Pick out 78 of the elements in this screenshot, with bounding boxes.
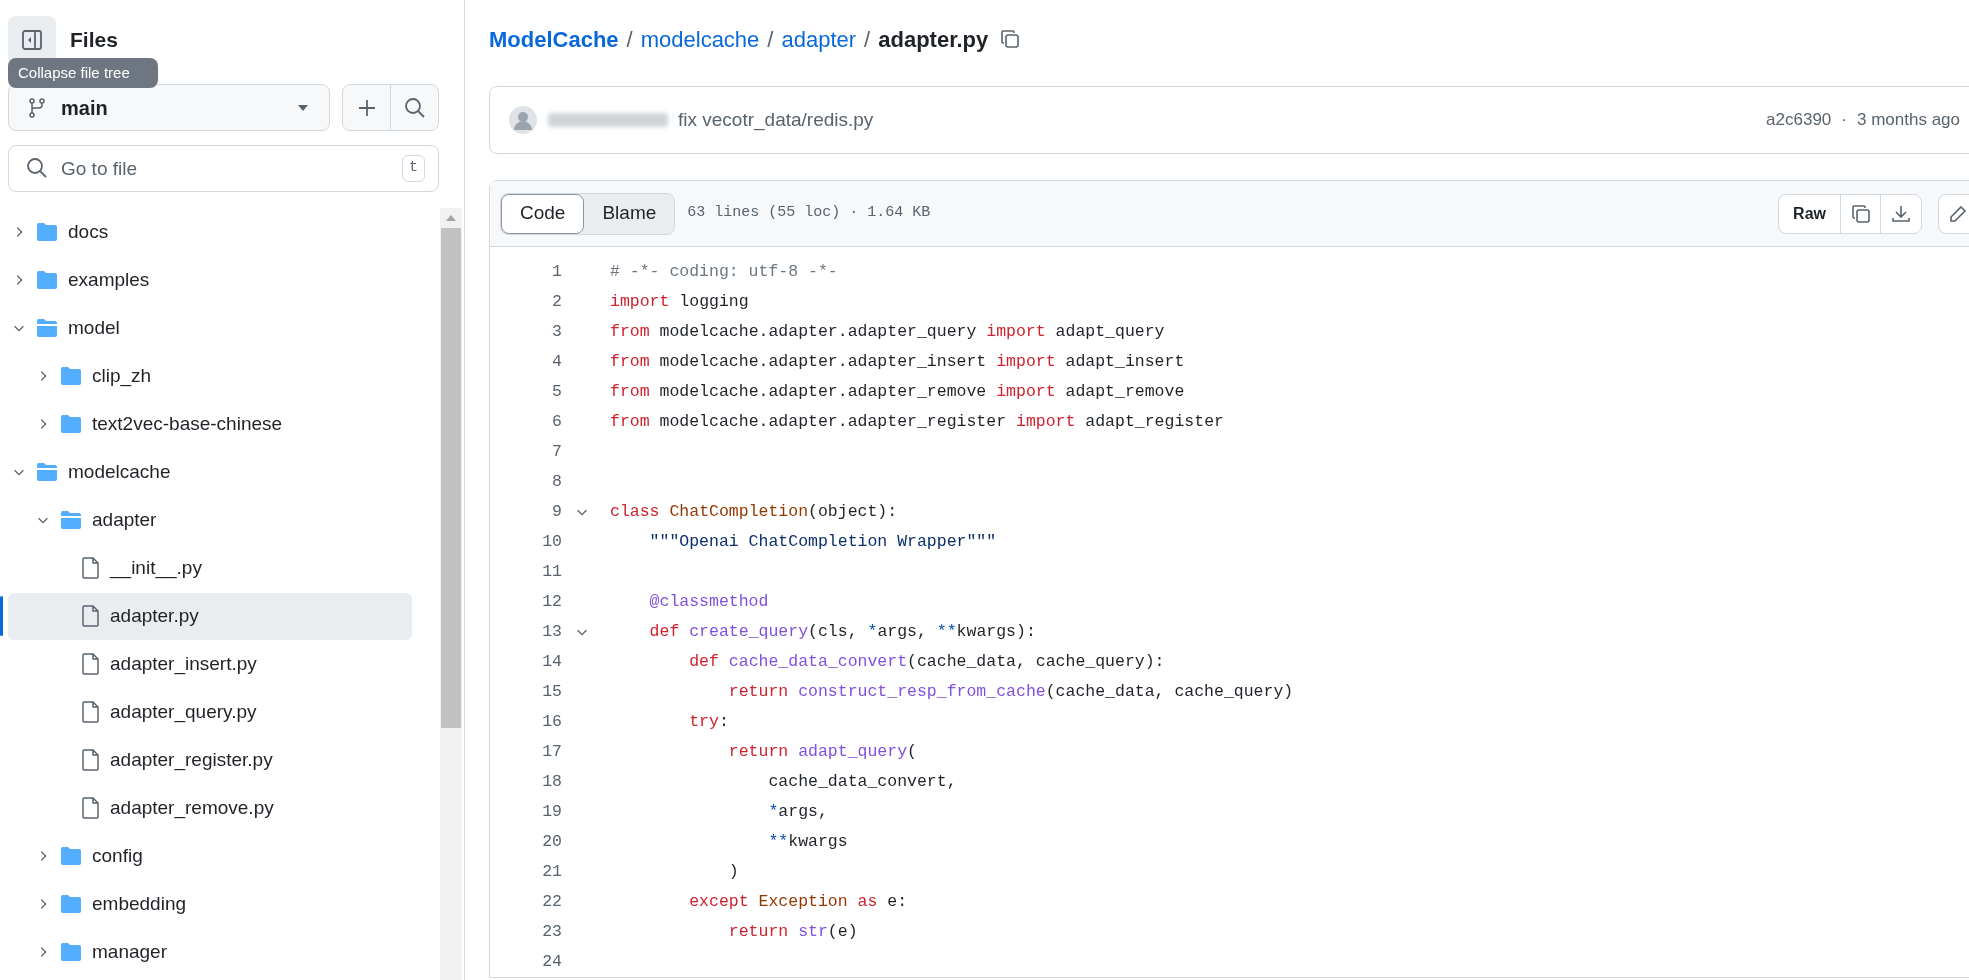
code-line: class ChatCompletion(object):: [610, 500, 898, 523]
view-tab[interactable]: Blame: [584, 193, 675, 234]
code-line: cache_data_convert,: [767, 770, 957, 793]
line-number: 2: [551, 290, 562, 313]
code-line: return construct_resp_from_cache(cache_data, cache_query): [727, 680, 1294, 703]
breadcrumb-link[interactable]: adapter: [781, 22, 857, 56]
commit-message[interactable]: fix vecotr_data/redis.py: [678, 105, 1757, 135]
breadcrumb-link[interactable]: modelcache: [640, 22, 760, 56]
folder-row[interactable]: examples: [8, 256, 412, 304]
line-number: 15: [541, 680, 562, 703]
code-line: from modelcache.adapter.adapter_register import adapt_register: [610, 410, 1224, 433]
line-number: 20: [541, 830, 562, 853]
line-number: 9: [551, 500, 562, 523]
line-number: 6: [551, 410, 562, 433]
code-line: return str(e): [727, 920, 858, 943]
line-number: 19: [541, 800, 562, 823]
code-line: def cache_data_convert(cache_data, cache_query):: [688, 650, 1165, 673]
code-line: try:: [688, 710, 729, 733]
line-number: 3: [551, 320, 562, 343]
file-info: 63 lines (55 loc) · 1.64 KB: [687, 203, 932, 224]
line-number: 23: [541, 920, 562, 943]
code-line: **kwargs: [767, 830, 848, 853]
line-number: 10: [541, 530, 562, 553]
code-line: import logging: [610, 290, 749, 313]
line-number: 1: [551, 260, 562, 283]
folder-row[interactable]: docs: [8, 208, 412, 256]
breadcrumb-separator: /: [864, 25, 871, 54]
line-number: 4: [551, 350, 562, 373]
file-row[interactable]: adapter.py: [8, 592, 412, 640]
folder-row[interactable]: manager: [8, 928, 412, 976]
line-number: 12: [541, 590, 562, 613]
line-number: 22: [541, 890, 562, 913]
branch-selector[interactable]: main: [8, 84, 330, 131]
keyboard-shortcut: t: [402, 155, 425, 182]
breadcrumb-link[interactable]: ModelCache: [489, 22, 619, 56]
code-line: from modelcache.adapter.adapter_query import adapt_query: [610, 320, 1165, 343]
code-line: # -*- coding: utf-8 -*-: [610, 260, 838, 283]
code-line: """Openai ChatCompletion Wrapper""": [648, 530, 997, 553]
current-file-name: adapter.py: [878, 25, 989, 54]
folder-row[interactable]: modelcache: [8, 448, 412, 496]
code-line: @classmethod: [648, 590, 769, 613]
folder-row[interactable]: clip_zh: [8, 352, 412, 400]
commit-sha[interactable]: a2c6390: [1766, 107, 1832, 133]
file-row[interactable]: adapter_register.py: [8, 736, 412, 784]
line-number: 18: [541, 770, 562, 793]
file-row[interactable]: __init__.py: [8, 544, 412, 592]
line-number: 8: [551, 470, 562, 493]
folder-row[interactable]: config: [8, 832, 412, 880]
folder-row[interactable]: text2vec-base-chinese: [8, 400, 412, 448]
line-number: 13: [541, 620, 562, 643]
tooltip: Collapse file tree: [8, 58, 158, 88]
code-line: from modelcache.adapter.adapter_insert import adapt_insert: [610, 350, 1185, 373]
code-line: *args,: [767, 800, 828, 823]
code-line: return adapt_query(: [727, 740, 917, 763]
file-row[interactable]: adapter_remove.py: [8, 784, 412, 832]
file-row[interactable]: adapter_insert.py: [8, 640, 412, 688]
folder-row[interactable]: embedding: [8, 880, 412, 928]
commit-time: 3 months ago: [1857, 109, 1960, 132]
file-row[interactable]: adapter_query.py: [8, 688, 412, 736]
code-line: except Exception as e:: [688, 890, 908, 913]
view-tab[interactable]: Code: [501, 193, 585, 234]
line-number: 7: [551, 440, 562, 463]
code-line: from modelcache.adapter.adapter_remove import adapt_remove: [610, 380, 1185, 403]
line-number: 24: [541, 950, 562, 973]
line-number: 14: [541, 650, 562, 673]
line-number: 21: [541, 860, 562, 883]
breadcrumb-separator: /: [626, 25, 633, 54]
line-number: 11: [541, 560, 562, 583]
separator-dot: ·: [1841, 109, 1847, 132]
line-number: 17: [541, 740, 562, 763]
breadcrumb-separator: /: [767, 25, 774, 54]
sidebar-title: Files: [70, 27, 118, 54]
line-number: 5: [551, 380, 562, 403]
line-number: 16: [541, 710, 562, 733]
folder-row[interactable]: adapter: [8, 496, 412, 544]
folder-row[interactable]: model: [8, 304, 412, 352]
code-line: ): [727, 860, 739, 883]
code-line: def create_query(cls, *args, **kwargs):: [648, 620, 1036, 643]
